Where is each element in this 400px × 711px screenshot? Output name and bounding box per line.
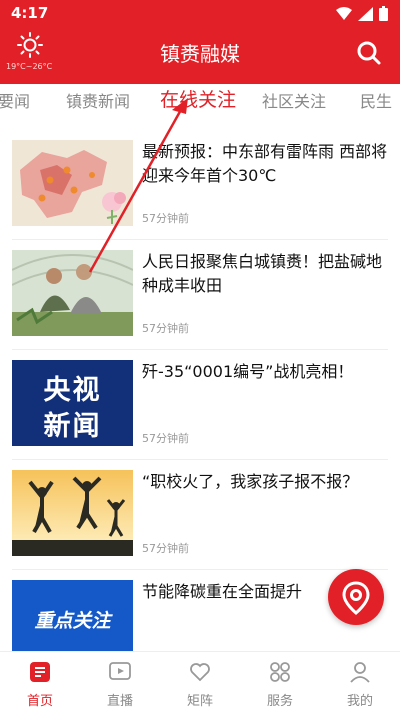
nav-matrix[interactable]: 矩阵 <box>160 652 240 711</box>
nav-live[interactable]: 直播 <box>80 652 160 711</box>
news-time: 57分钟前 <box>142 322 189 335</box>
thumb-text-line1: 央视 <box>43 375 102 406</box>
news-time: 57分钟前 <box>142 542 189 555</box>
nav-label: 直播 <box>106 694 133 709</box>
tab-yaowen[interactable]: 要闻 <box>0 88 30 112</box>
nav-label: 矩阵 <box>186 694 213 709</box>
heart-icon <box>190 663 210 682</box>
signal-icon <box>358 6 373 21</box>
status-icons <box>336 6 388 21</box>
search-button[interactable] <box>356 40 382 66</box>
news-title: “职校火了，我家孩子报不报？ <box>142 472 359 491</box>
live-icon <box>109 662 131 680</box>
news-item[interactable]: 央视 新闻 歼-35“0001编号”战机亮相！ 57分钟前 <box>12 360 388 460</box>
status-bar: 4:17 <box>0 0 400 28</box>
news-time: 57分钟前 <box>142 212 189 225</box>
location-pin-icon <box>342 581 370 615</box>
nav-label: 我的 <box>346 694 373 709</box>
search-icon <box>357 41 381 65</box>
news-time: 57分钟前 <box>142 432 189 445</box>
home-icon <box>30 662 50 682</box>
nav-home[interactable]: 首页 <box>0 652 80 711</box>
tab-zhenlai-news[interactable]: 镇赉新闻 <box>66 88 130 112</box>
news-title: 人民日报聚焦白城镇赉！把盐碱地种成丰收田 <box>142 252 383 295</box>
news-thumbnail-focus: 重点关注 <box>12 580 133 651</box>
news-title: 歼-35“0001编号”战机亮相！ <box>142 362 354 381</box>
news-thumbnail-greenhouse <box>12 250 133 336</box>
thumb-text-line2: 新闻 <box>43 411 102 442</box>
location-fab[interactable] <box>328 569 384 625</box>
news-thumbnail-cctv: 央视 新闻 <box>12 360 133 446</box>
bottom-nav: 首页 直播 矩阵 服务 我的 <box>0 651 400 711</box>
app-title: 镇赉融媒 <box>160 42 240 66</box>
tab-online-focus[interactable]: 在线关注 <box>160 85 236 112</box>
thumb-text-focus: 重点关注 <box>34 610 111 632</box>
nav-profile[interactable]: 我的 <box>320 652 400 711</box>
nav-services[interactable]: 服务 <box>240 652 320 711</box>
category-tabs: 要闻 镇赉新闻 在线关注 社区关注 民生 <box>0 84 400 118</box>
services-icon <box>270 662 290 682</box>
tab-livelihood[interactable]: 民生 <box>360 88 392 112</box>
news-title: 最新预报：中东部有雷阵雨 西部将迎来今年首个30℃ <box>142 142 388 185</box>
news-item[interactable]: “职校火了，我家孩子报不报？ 57分钟前 <box>12 470 388 570</box>
battery-icon <box>379 6 388 21</box>
status-time: 4:17 <box>11 4 49 22</box>
news-thumbnail-jumping <box>12 470 133 556</box>
top-bar: 4:17 19°C~26°C 镇赉融媒 <box>0 0 400 84</box>
nav-label: 服务 <box>266 694 293 709</box>
news-item[interactable]: 最新预报：中东部有雷阵雨 西部将迎来今年首个30℃ 57分钟前 <box>12 140 388 240</box>
wifi-icon <box>336 6 352 20</box>
tab-community[interactable]: 社区关注 <box>262 88 326 112</box>
profile-icon <box>350 662 370 683</box>
nav-label: 首页 <box>26 694 53 709</box>
news-thumbnail-map <box>12 140 133 226</box>
news-item[interactable]: 人民日报聚焦白城镇赉！把盐碱地种成丰收田 57分钟前 <box>12 250 388 350</box>
